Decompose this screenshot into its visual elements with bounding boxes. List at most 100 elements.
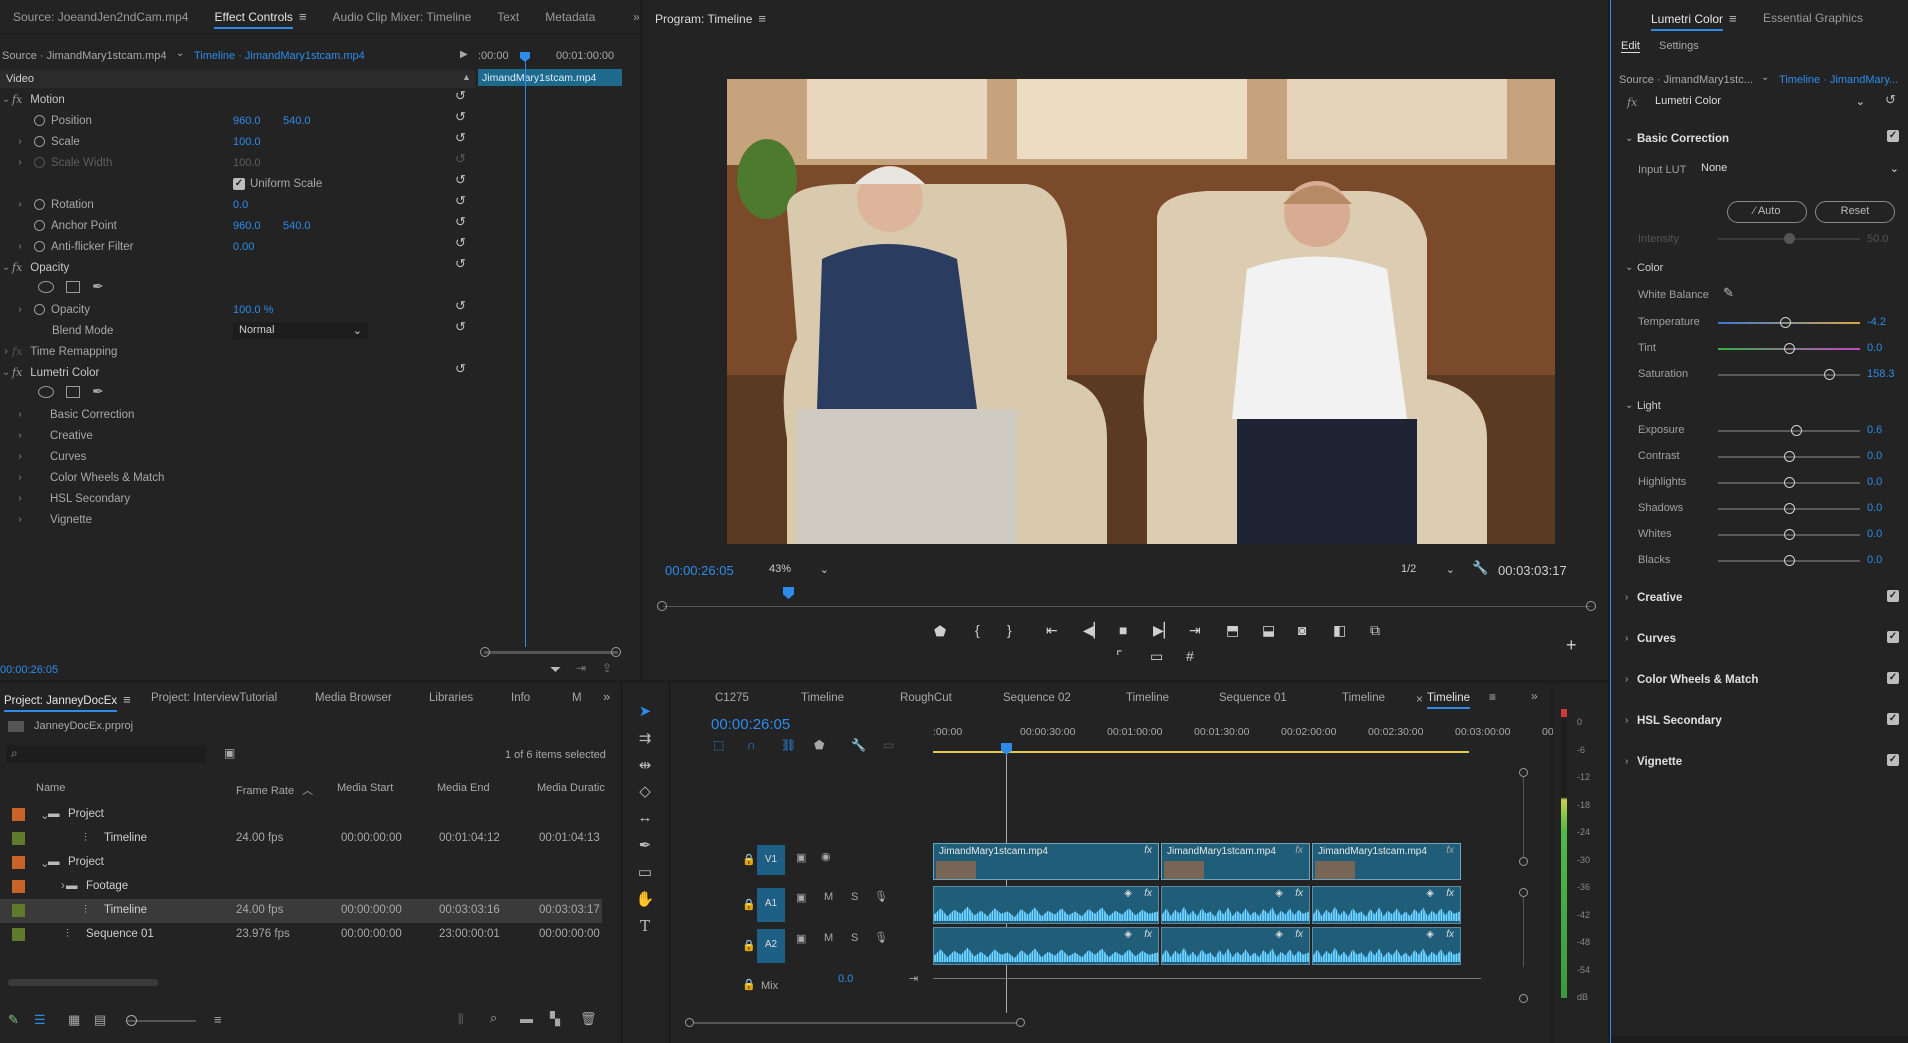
subtab-edit[interactable]: Edit bbox=[1621, 40, 1640, 53]
lumetri-row[interactable]: ⌄ fx Lumetri Color bbox=[0, 362, 100, 383]
reset-button[interactable]: Reset bbox=[1815, 201, 1895, 223]
new-bin-icon[interactable]: ▬ bbox=[520, 1011, 533, 1026]
linked-selection-icon[interactable]: ⛓ bbox=[781, 738, 796, 752]
basic-correction-header[interactable]: Basic Correction bbox=[1637, 133, 1729, 145]
shadows-value[interactable]: 0.0 bbox=[1867, 502, 1882, 514]
blacks-value[interactable]: 0.0 bbox=[1867, 554, 1882, 566]
trash-icon[interactable]: 🗑 bbox=[580, 1011, 597, 1027]
lumetri-item[interactable]: › Vignette bbox=[14, 509, 92, 530]
vscroll-handle[interactable] bbox=[1519, 768, 1528, 777]
filter-icon[interactable]: ⏷ bbox=[550, 661, 561, 678]
section-header[interactable]: Vignette bbox=[1637, 756, 1682, 768]
hscroll-handle-right[interactable] bbox=[1016, 1018, 1025, 1027]
slider-knob[interactable] bbox=[1791, 425, 1803, 436]
contrast-slider[interactable] bbox=[1718, 451, 1860, 462]
export-icon[interactable]: ⇥ bbox=[576, 661, 586, 675]
ec-zoom-right-handle[interactable] bbox=[611, 647, 621, 657]
position-y[interactable]: 540.0 bbox=[283, 115, 311, 127]
camera-icon[interactable]: ◙ bbox=[1298, 622, 1306, 638]
uniform-scale-row[interactable]: ✓ Uniform Scale bbox=[233, 173, 322, 194]
whites-value[interactable]: 0.0 bbox=[1867, 528, 1882, 540]
list-item[interactable]: ⫶ Timeline 24.00 fps 00:00:00:00 00:01:04:12… bbox=[0, 827, 602, 851]
tint-value[interactable]: 0.0 bbox=[1867, 342, 1882, 354]
reset-icon[interactable]: ↺ bbox=[455, 298, 466, 314]
freeform-view-icon[interactable]: ▤ bbox=[94, 1012, 106, 1028]
overflow-icon[interactable]: » bbox=[603, 689, 610, 704]
section-checkbox[interactable]: ✓ bbox=[1887, 672, 1899, 684]
timeline-tab[interactable]: Sequence 02 bbox=[1003, 692, 1071, 704]
razor-tool-icon[interactable]: ◇ bbox=[634, 782, 656, 800]
extract-icon[interactable]: ⬓ bbox=[1262, 622, 1275, 639]
section-checkbox[interactable]: ✓ bbox=[1887, 713, 1899, 725]
shadows-slider[interactable] bbox=[1718, 503, 1860, 514]
ellipse-mask-icon[interactable] bbox=[38, 281, 54, 293]
program-scrub-bar[interactable] bbox=[663, 606, 1591, 607]
stop-icon[interactable]: ■ bbox=[1119, 622, 1127, 638]
label-color-swatch[interactable] bbox=[12, 904, 25, 917]
mix-value[interactable]: 0.0 bbox=[838, 973, 853, 985]
timeline-ruler[interactable]: :00:00 00:00:30:00 00:01:00:00 00:01:30:00 0… bbox=[933, 726, 1554, 742]
auto-button[interactable]: ⁄ Auto bbox=[1727, 201, 1807, 223]
anchor-y[interactable]: 540.0 bbox=[283, 220, 311, 232]
blend-mode-select[interactable]: Normal ⌄ bbox=[233, 322, 368, 339]
thumbnail-size-slider[interactable] bbox=[126, 1015, 196, 1026]
program-playhead[interactable] bbox=[783, 587, 794, 599]
track-target-a2[interactable]: A2 bbox=[757, 929, 785, 963]
hscroll-handle-left[interactable] bbox=[685, 1018, 694, 1027]
ripple-edit-tool-icon[interactable]: ⇹ bbox=[634, 756, 656, 774]
play-triangle-icon[interactable]: ▶ bbox=[460, 49, 468, 60]
section-header[interactable]: HSL Secondary bbox=[1637, 715, 1722, 727]
reset-icon[interactable]: ↺ bbox=[455, 235, 466, 251]
snap-icon[interactable]: ∩ bbox=[747, 738, 756, 752]
close-tab-icon[interactable]: × bbox=[1416, 692, 1423, 706]
chevron-right-icon[interactable]: › bbox=[1625, 592, 1628, 603]
work-area-bar[interactable] bbox=[933, 751, 1469, 753]
slider-knob[interactable] bbox=[1784, 555, 1795, 566]
lumetri-item[interactable]: › Creative bbox=[14, 425, 93, 446]
reset-icon[interactable]: ↺ bbox=[455, 256, 466, 272]
chevron-right-icon[interactable]: › bbox=[1625, 756, 1628, 767]
subtab-settings[interactable]: Settings bbox=[1659, 40, 1699, 52]
slip-tool-icon[interactable]: ↔ bbox=[634, 809, 656, 826]
type-tool-icon[interactable]: T bbox=[634, 917, 656, 935]
position-x[interactable]: 960.0 bbox=[233, 115, 261, 127]
list-item[interactable]: ⌄ ▬ Project bbox=[0, 803, 602, 827]
slider-knob[interactable] bbox=[1823, 369, 1835, 380]
new-bin-icon[interactable]: ▣ bbox=[224, 746, 235, 760]
col-name[interactable]: Name bbox=[36, 782, 65, 794]
basic-correction-checkbox[interactable]: ✓ bbox=[1887, 130, 1899, 142]
stopwatch-icon[interactable] bbox=[34, 220, 45, 231]
tab-metadata[interactable]: Metadata bbox=[532, 10, 608, 24]
go-to-end-icon[interactable]: ⇥ bbox=[909, 972, 918, 985]
lumetri-item[interactable]: › Color Wheels & Match bbox=[14, 467, 164, 488]
chevron-right-icon[interactable]: › bbox=[1625, 674, 1628, 685]
track-target-v1[interactable]: V1 bbox=[757, 845, 785, 875]
ellipse-mask-icon[interactable] bbox=[38, 386, 54, 398]
timeline-timecode[interactable]: 00:00:26:05 bbox=[711, 716, 790, 733]
hand-tool-icon[interactable]: ✋ bbox=[634, 890, 656, 908]
wrench-icon[interactable]: 🔧 bbox=[1472, 560, 1488, 576]
solo-button[interactable]: S bbox=[851, 891, 858, 903]
stopwatch-icon[interactable] bbox=[34, 115, 45, 126]
video-clip[interactable]: JimandMary1stcam.mp4 fx bbox=[1161, 843, 1310, 880]
antiflicker-value[interactable]: 0.00 bbox=[233, 241, 254, 253]
panel-menu-icon[interactable]: ≡ bbox=[1489, 690, 1496, 704]
contrast-value[interactable]: 0.0 bbox=[1867, 450, 1882, 462]
lumetri-item[interactable]: › Curves bbox=[14, 446, 86, 467]
reset-icon[interactable]: ↺ bbox=[455, 109, 466, 125]
tab-project-interview[interactable]: Project: InterviewTutorial bbox=[151, 692, 277, 704]
list-item[interactable]: › ▬ Footage bbox=[0, 875, 602, 899]
audio-clip-a2[interactable]: ◈ fx bbox=[933, 927, 1159, 965]
tab-lumetri-color[interactable]: Lumetri Color ≡ bbox=[1651, 11, 1737, 31]
tab-info[interactable]: Info bbox=[511, 692, 530, 704]
hscroll-track[interactable] bbox=[694, 1022, 1016, 1024]
share-icon[interactable]: ⇪ bbox=[602, 661, 612, 675]
list-item[interactable]: ⫶ Sequence 01 23.976 fps 00:00:00:00 23:00:0… bbox=[0, 923, 602, 947]
ec-clip-bar[interactable]: JimandMary1stcam.mp4 bbox=[478, 69, 622, 86]
tab-effect-controls[interactable]: Effect Controls ≡ bbox=[201, 9, 319, 29]
chevron-right-icon[interactable]: › bbox=[61, 880, 65, 892]
motion-row[interactable]: ⌄ fx Motion bbox=[0, 89, 65, 110]
play-icon[interactable]: ▶▏ bbox=[1153, 622, 1175, 639]
sync-lock-icon[interactable]: ▣ bbox=[796, 932, 806, 945]
exposure-slider[interactable] bbox=[1718, 425, 1860, 436]
